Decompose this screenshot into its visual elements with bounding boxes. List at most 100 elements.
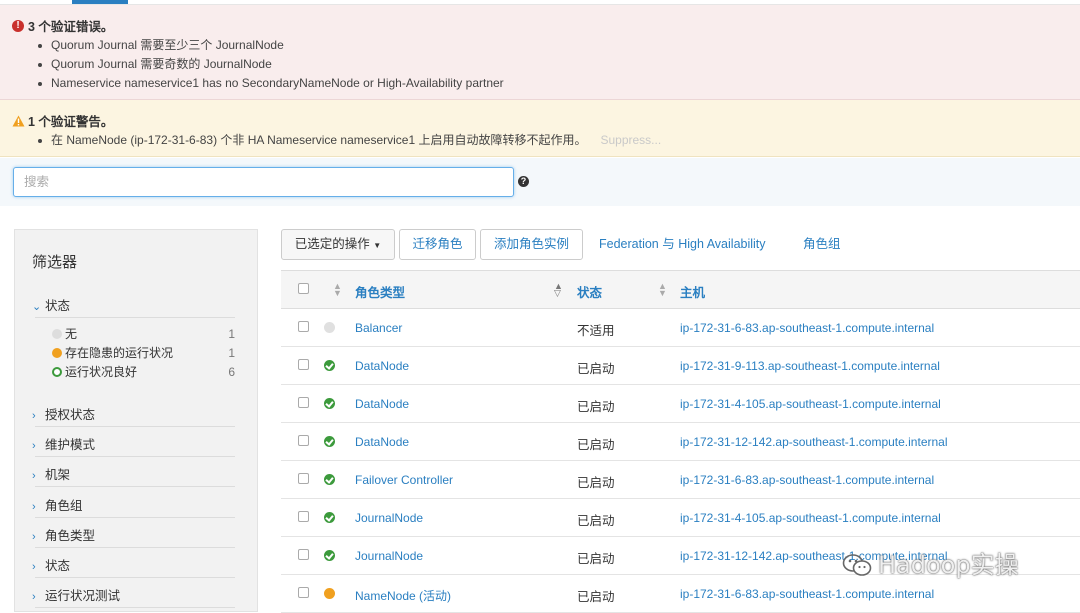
warnings-list: 在 NameNode (ip-172-31-6-83) 个非 HA Namese… <box>38 131 661 150</box>
warning-item: 在 NameNode (ip-172-31-6-83) 个非 HA Namese… <box>38 131 661 150</box>
filter-section-label: 运行状况测试 <box>45 589 121 603</box>
role-link[interactable]: DataNode <box>355 435 409 449</box>
filter-item-concerning[interactable]: 存在隐患的运行状况 1 <box>52 345 235 361</box>
filter-title: 筛选器 <box>32 254 78 271</box>
host-link[interactable]: ip-172-31-4-105.ap-southeast-1.compute.i… <box>680 511 941 525</box>
watermark: Hadoop实操 <box>842 545 1019 580</box>
host-link[interactable]: ip-172-31-12-142.ap-southeast-1.compute.… <box>680 435 948 449</box>
table-row: Failover Controller 已启动 ip-172-31-6-83.ap-… <box>281 461 1080 499</box>
suppress-link[interactable]: Suppress... <box>600 133 661 147</box>
row-checkbox[interactable] <box>298 321 309 332</box>
filter-item-none[interactable]: 无 1 <box>52 326 235 342</box>
filter-section-label: 授权状态 <box>45 408 96 422</box>
filter-section-status[interactable]: ⌄ 状态 <box>32 295 70 314</box>
help-icon[interactable]: ? <box>518 176 529 187</box>
filter-item-count: 1 <box>228 327 235 341</box>
filter-item-label: 存在隐患的运行状况 <box>65 346 174 360</box>
sort-asc-icon[interactable]: ▲ ▽ <box>554 282 563 298</box>
filter-section-license[interactable]: › 授权状态 <box>32 404 95 423</box>
role-status: 已启动 <box>577 438 615 452</box>
divider <box>35 577 235 578</box>
divider <box>35 547 235 548</box>
role-link[interactable]: JournalNode <box>355 549 423 563</box>
table-row: DataNode 已启动 ip-172-31-4-105.ap-southeast-… <box>281 385 1080 423</box>
row-checkbox[interactable] <box>298 359 309 370</box>
filter-section-role-group[interactable]: › 角色组 <box>32 495 83 514</box>
filter-panel: 筛选器 ⌄ 状态 无 1 存在隐患的运行状况 1 运行状况良好 6 › 授权状态 ›… <box>14 229 258 612</box>
filter-section-rack[interactable]: › 机架 <box>32 464 70 483</box>
health-good-icon <box>52 367 62 377</box>
host-link[interactable]: ip-172-31-9-113.ap-southeast-1.compute.i… <box>680 359 940 373</box>
divider <box>35 317 235 318</box>
table-row: JournalNode 已启动 ip-172-31-4-105.ap-southea… <box>281 499 1080 537</box>
host-link[interactable]: ip-172-31-4-105.ap-southeast-1.compute.i… <box>680 397 941 411</box>
add-role-instances-button[interactable]: 添加角色实例 <box>480 229 583 260</box>
header-role-type[interactable]: 角色类型 <box>355 282 405 301</box>
row-checkbox[interactable] <box>298 473 309 484</box>
role-link[interactable]: DataNode <box>355 359 409 373</box>
filter-section-label: 状态 <box>45 299 71 313</box>
sort-icon[interactable]: ▲ ▼ <box>333 282 342 298</box>
table-row: DataNode 已启动 ip-172-31-12-142.ap-southeast… <box>281 423 1080 461</box>
row-checkbox[interactable] <box>298 397 309 408</box>
row-checkbox[interactable] <box>298 511 309 522</box>
search-input[interactable] <box>13 167 514 197</box>
role-groups-link[interactable]: 角色组 <box>803 229 841 260</box>
row-checkbox[interactable] <box>298 549 309 560</box>
health-none-icon <box>324 322 335 333</box>
errors-title-text: 3 个验证错误。 <box>28 20 114 34</box>
host-link[interactable]: ip-172-31-6-83.ap-southeast-1.compute.in… <box>680 321 934 335</box>
error-icon: ! <box>12 19 24 32</box>
header-host[interactable]: 主机 <box>680 282 705 301</box>
role-status: 已启动 <box>577 362 615 376</box>
divider <box>35 426 235 427</box>
health-ok-icon <box>324 512 335 523</box>
caret-down-icon: ▼ <box>373 241 382 250</box>
table-row: Balancer 不适用 ip-172-31-6-83.ap-southeast-1… <box>281 309 1080 347</box>
role-link[interactable]: Failover Controller <box>355 473 453 487</box>
selected-actions-button[interactable]: 已选定的操作 ▼ <box>281 229 395 260</box>
role-status: 已启动 <box>577 514 615 528</box>
filter-section-state[interactable]: › 状态 <box>32 555 70 574</box>
chevron-down-icon: ⌄ <box>32 301 42 313</box>
health-ok-icon <box>324 360 335 371</box>
table-row: DataNode 已启动 ip-172-31-9-113.ap-southeast-… <box>281 347 1080 385</box>
health-none-icon <box>52 329 62 339</box>
row-checkbox[interactable] <box>298 435 309 446</box>
chevron-right-icon: › <box>32 410 36 422</box>
header-status[interactable]: 状态 <box>577 282 602 301</box>
role-link[interactable]: JournalNode <box>355 511 423 525</box>
filter-item-label: 运行状况良好 <box>65 365 138 379</box>
chevron-right-icon: › <box>32 591 36 603</box>
role-link[interactable]: Balancer <box>355 321 402 335</box>
role-link[interactable]: NameNode (活动) <box>355 587 451 604</box>
filter-section-maintenance[interactable]: › 维护模式 <box>32 434 95 453</box>
error-item: Quorum Journal 需要至少三个 JournalNode <box>38 36 504 55</box>
federation-ha-link[interactable]: Federation 与 High Availability <box>599 229 766 260</box>
warning-icon <box>12 115 25 126</box>
errors-list: Quorum Journal 需要至少三个 JournalNode Quorum… <box>38 36 504 93</box>
role-link[interactable]: DataNode <box>355 397 409 411</box>
table-row: NameNode (活动) 已启动 ip-172-31-6-83.ap-southe… <box>281 575 1080 613</box>
error-item: Nameservice nameservice1 has no Secondar… <box>38 74 504 93</box>
host-link[interactable]: ip-172-31-6-83.ap-southeast-1.compute.in… <box>680 473 934 487</box>
wechat-icon <box>842 554 872 576</box>
warnings-title: 1 个验证警告。 <box>12 111 113 130</box>
chevron-right-icon: › <box>32 470 36 482</box>
row-checkbox[interactable] <box>298 587 309 598</box>
migrate-roles-button[interactable]: 迁移角色 <box>399 229 476 260</box>
select-all-checkbox[interactable] <box>298 283 309 294</box>
filter-item-count: 6 <box>228 365 235 379</box>
host-link[interactable]: ip-172-31-6-83.ap-southeast-1.compute.in… <box>680 587 934 601</box>
health-ok-icon <box>324 436 335 447</box>
role-status: 不适用 <box>577 324 615 338</box>
divider <box>35 607 235 608</box>
filter-section-health-tests[interactable]: › 运行状况测试 <box>32 585 120 604</box>
chevron-right-icon: › <box>32 501 36 513</box>
filter-item-good[interactable]: 运行状况良好 6 <box>52 364 235 380</box>
sort-icon[interactable]: ▲ ▼ <box>658 282 667 298</box>
warnings-title-text: 1 个验证警告。 <box>28 115 114 129</box>
filter-section-role-type[interactable]: › 角色类型 <box>32 525 95 544</box>
chevron-right-icon: › <box>32 561 36 573</box>
watermark-text: Hadoop实操 <box>878 551 1019 579</box>
